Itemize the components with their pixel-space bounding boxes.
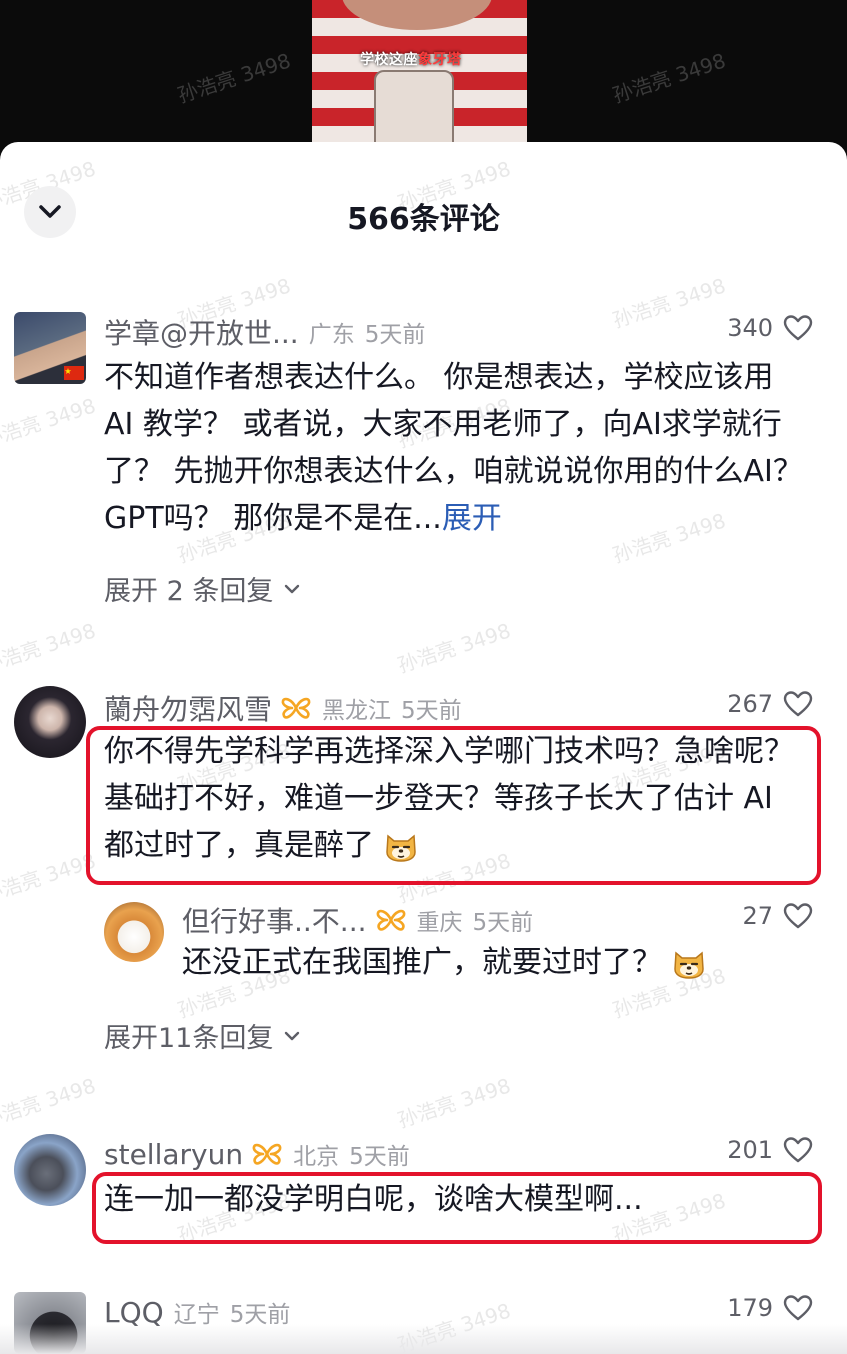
timestamp: 5天前 bbox=[364, 322, 426, 348]
like-button[interactable]: 27 bbox=[742, 902, 813, 930]
expand-text-link[interactable]: 展开 bbox=[442, 501, 502, 536]
video-preview[interactable]: 学校这座象牙塔 孙浩亮 3498 孙浩亮 3498 bbox=[0, 0, 847, 160]
heart-outline-icon bbox=[783, 1295, 813, 1321]
location: 黑龙江 bbox=[322, 698, 392, 724]
watermark: 孙浩亮 3498 bbox=[174, 48, 294, 108]
like-count: 267 bbox=[727, 690, 773, 718]
like-button[interactable]: 201 bbox=[727, 1136, 813, 1164]
username[interactable]: 学章@开放世... bbox=[104, 312, 299, 352]
avatar[interactable] bbox=[14, 1134, 86, 1206]
avatar[interactable] bbox=[14, 686, 86, 758]
butterfly-badge-icon bbox=[280, 695, 312, 721]
location: 广东 bbox=[308, 322, 355, 348]
username[interactable]: 蘭舟勿霑风雪 bbox=[104, 688, 272, 728]
comment-header: 蘭舟勿霑风雪 黑龙江 5天前 bbox=[104, 688, 462, 728]
reply-body: 还没正式在我国推广，就要过时了？ bbox=[182, 945, 662, 980]
expand-replies-button[interactable]: 展开11条回复 bbox=[104, 1016, 301, 1055]
video-caption: 学校这座象牙塔 bbox=[360, 49, 462, 69]
expand-replies-label: 展开11条回复 bbox=[104, 1023, 274, 1054]
reply-text: 还没正式在我国推广，就要过时了？ bbox=[182, 939, 802, 986]
username[interactable]: stellaryun bbox=[104, 1138, 243, 1171]
avatar[interactable] bbox=[14, 312, 86, 384]
comment-header: stellaryun 北京 5天前 bbox=[104, 1134, 410, 1174]
heart-outline-icon bbox=[783, 691, 813, 717]
watermark: 孙浩亮 3498 bbox=[609, 273, 729, 333]
like-button[interactable]: 340 bbox=[727, 314, 813, 342]
chevron-down-icon bbox=[285, 1031, 300, 1040]
expand-replies-label: 展开 2 条回复 bbox=[104, 576, 274, 607]
avatar[interactable] bbox=[104, 902, 164, 962]
watermark: 孙浩亮 3498 bbox=[0, 1073, 99, 1133]
video-caption-highlight: 象牙塔 bbox=[418, 52, 462, 68]
video-frame bbox=[312, 0, 527, 160]
heart-outline-icon bbox=[783, 903, 813, 929]
comment-count-title: 566条评论 bbox=[347, 202, 500, 237]
watermark: 孙浩亮 3498 bbox=[609, 48, 729, 108]
location: 重庆 bbox=[416, 910, 463, 936]
like-count: 340 bbox=[727, 314, 773, 342]
username[interactable]: 但行好事..不... bbox=[182, 900, 367, 940]
dog-face-emoji-icon bbox=[673, 950, 704, 979]
watermark: 孙浩亮 3498 bbox=[394, 618, 514, 678]
like-button[interactable]: 267 bbox=[727, 690, 813, 718]
china-flag-icon bbox=[64, 366, 84, 380]
like-count: 27 bbox=[742, 902, 773, 930]
butterfly-badge-icon bbox=[375, 907, 407, 933]
timestamp: 5天前 bbox=[349, 1144, 410, 1170]
watermark: 孙浩亮 3498 bbox=[0, 393, 99, 453]
like-button[interactable]: 179 bbox=[727, 1294, 813, 1322]
comment-header: 学章@开放世... 广东 5天前 bbox=[104, 312, 425, 352]
chevron-down-icon bbox=[285, 584, 300, 593]
comments-sheet: 孙浩亮 3498 孙浩亮 3498 孙浩亮 3498 孙浩亮 3498 孙浩亮 … bbox=[0, 142, 847, 1354]
highlight-box bbox=[86, 726, 821, 885]
timestamp: 5天前 bbox=[401, 698, 462, 724]
butterfly-badge-icon bbox=[251, 1141, 283, 1167]
watermark: 孙浩亮 3498 bbox=[394, 1073, 514, 1133]
bottom-fade bbox=[0, 1324, 847, 1354]
expand-replies-button[interactable]: 展开 2 条回复 bbox=[104, 569, 301, 608]
heart-outline-icon bbox=[783, 1137, 813, 1163]
timestamp: 5天前 bbox=[472, 910, 534, 936]
like-count: 201 bbox=[727, 1136, 773, 1164]
comment-text: 不知道作者想表达什么。 你是想表达，学校应该用 AI 教学？ 或者说，大家不用老… bbox=[104, 354, 804, 542]
heart-outline-icon bbox=[783, 315, 813, 341]
watermark: 孙浩亮 3498 bbox=[0, 618, 99, 678]
reply-header: 但行好事..不... 重庆 5天前 bbox=[182, 900, 533, 940]
video-caption-plain: 学校这座 bbox=[360, 52, 418, 68]
like-count: 179 bbox=[727, 1294, 773, 1322]
video-person bbox=[342, 0, 492, 30]
highlight-box bbox=[92, 1172, 822, 1244]
watermark: 孙浩亮 3498 bbox=[0, 848, 99, 908]
location: 北京 bbox=[293, 1144, 340, 1170]
